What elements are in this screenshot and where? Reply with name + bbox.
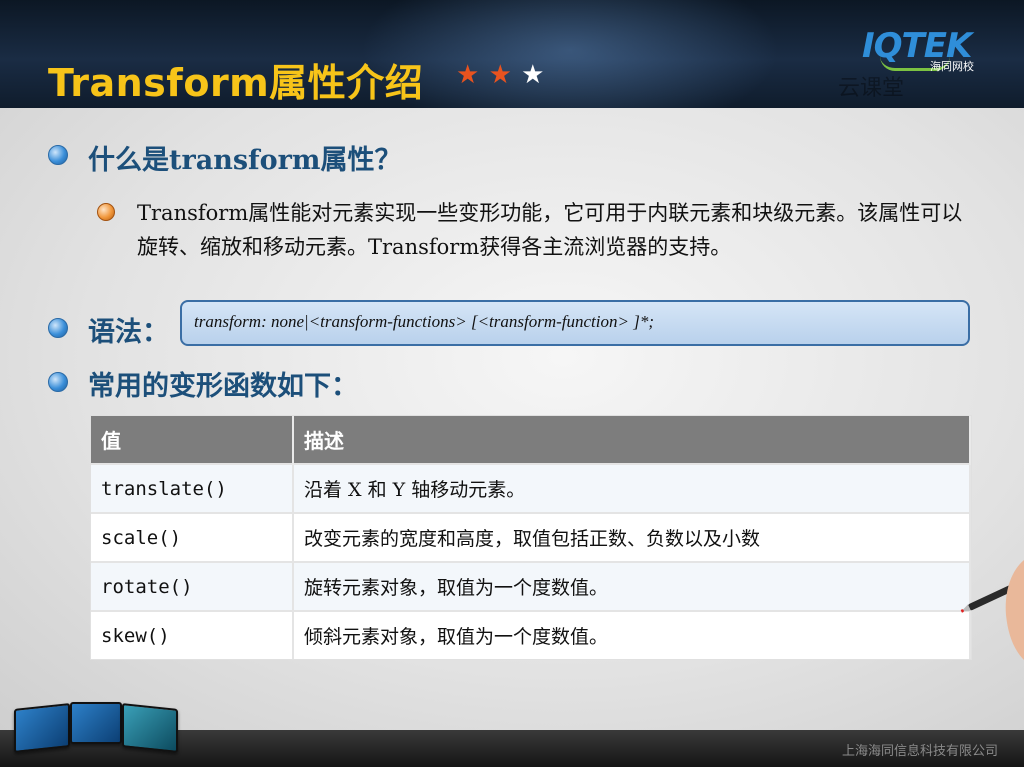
function-name: skew() [91,610,294,659]
function-description: 旋转元素对象，取值为一个度数值。 [293,561,971,611]
column-header-description: 描述 [293,416,971,464]
function-description: 改变元素的宽度和高度，取值包括正数、负数以及小数 [293,512,971,562]
watermark: 云课堂 [838,76,905,101]
monitor-icon [122,703,178,753]
function-name: rotate() [91,561,294,611]
star-icon: ★ [521,60,545,90]
star-icon: ★ [488,60,512,90]
function-name: translate() [91,463,294,513]
slide-header: Transform属性介绍 ★ ★ ★ IQTEK 海同网校 云课堂 [0,0,1024,108]
blue-bullet-icon [48,318,68,338]
monitor-icon [14,703,70,753]
table-row: translate() 沿着 X 和 Y 轴移动元素。 [91,463,971,513]
difficulty-stars: ★ ★ ★ [456,60,545,90]
slide-title: Transform属性介绍 [48,61,424,105]
transform-description: Transform属性能对元素实现一些变形功能，它可用于内联元素和块级元素。该属… [137,201,963,259]
column-header-value: 值 [91,416,294,464]
blue-bullet-icon [48,372,68,392]
table-row: rotate() 旋转元素对象，取值为一个度数值。 [91,561,971,611]
table-row: skew() 倾斜元素对象，取值为一个度数值。 [91,610,971,659]
syntax-box: transform: none|<transform-functions> [<… [180,300,970,346]
star-icon: ★ [456,60,480,90]
company-name: 上海海同信息科技有限公司 [841,744,998,759]
transform-functions-table: 值 描述 translate() 沿着 X 和 Y 轴移动元素。 scale()… [91,416,971,659]
syntax-code: transform: none|<transform-functions> [<… [194,312,654,331]
section-heading-syntax: 语法： [88,317,169,348]
table-header-row: 值 描述 [91,416,971,464]
orange-bullet-icon [97,203,115,221]
hand-icon [1005,560,1024,660]
monitor-icon [70,702,122,744]
function-description: 倾斜元素对象，取值为一个度数值。 [293,610,971,659]
function-description: 沿着 X 和 Y 轴移动元素。 [293,463,971,513]
function-name: scale() [91,512,294,562]
section-heading-functions: 常用的变形函数如下： [88,371,358,402]
section-heading-what-is: 什么是transform属性？ [88,145,402,176]
blue-bullet-icon [48,145,68,165]
table-row: scale() 改变元素的宽度和高度，取值包括正数、负数以及小数 [91,512,971,562]
logo-subtitle: 海同网校 [930,60,974,73]
